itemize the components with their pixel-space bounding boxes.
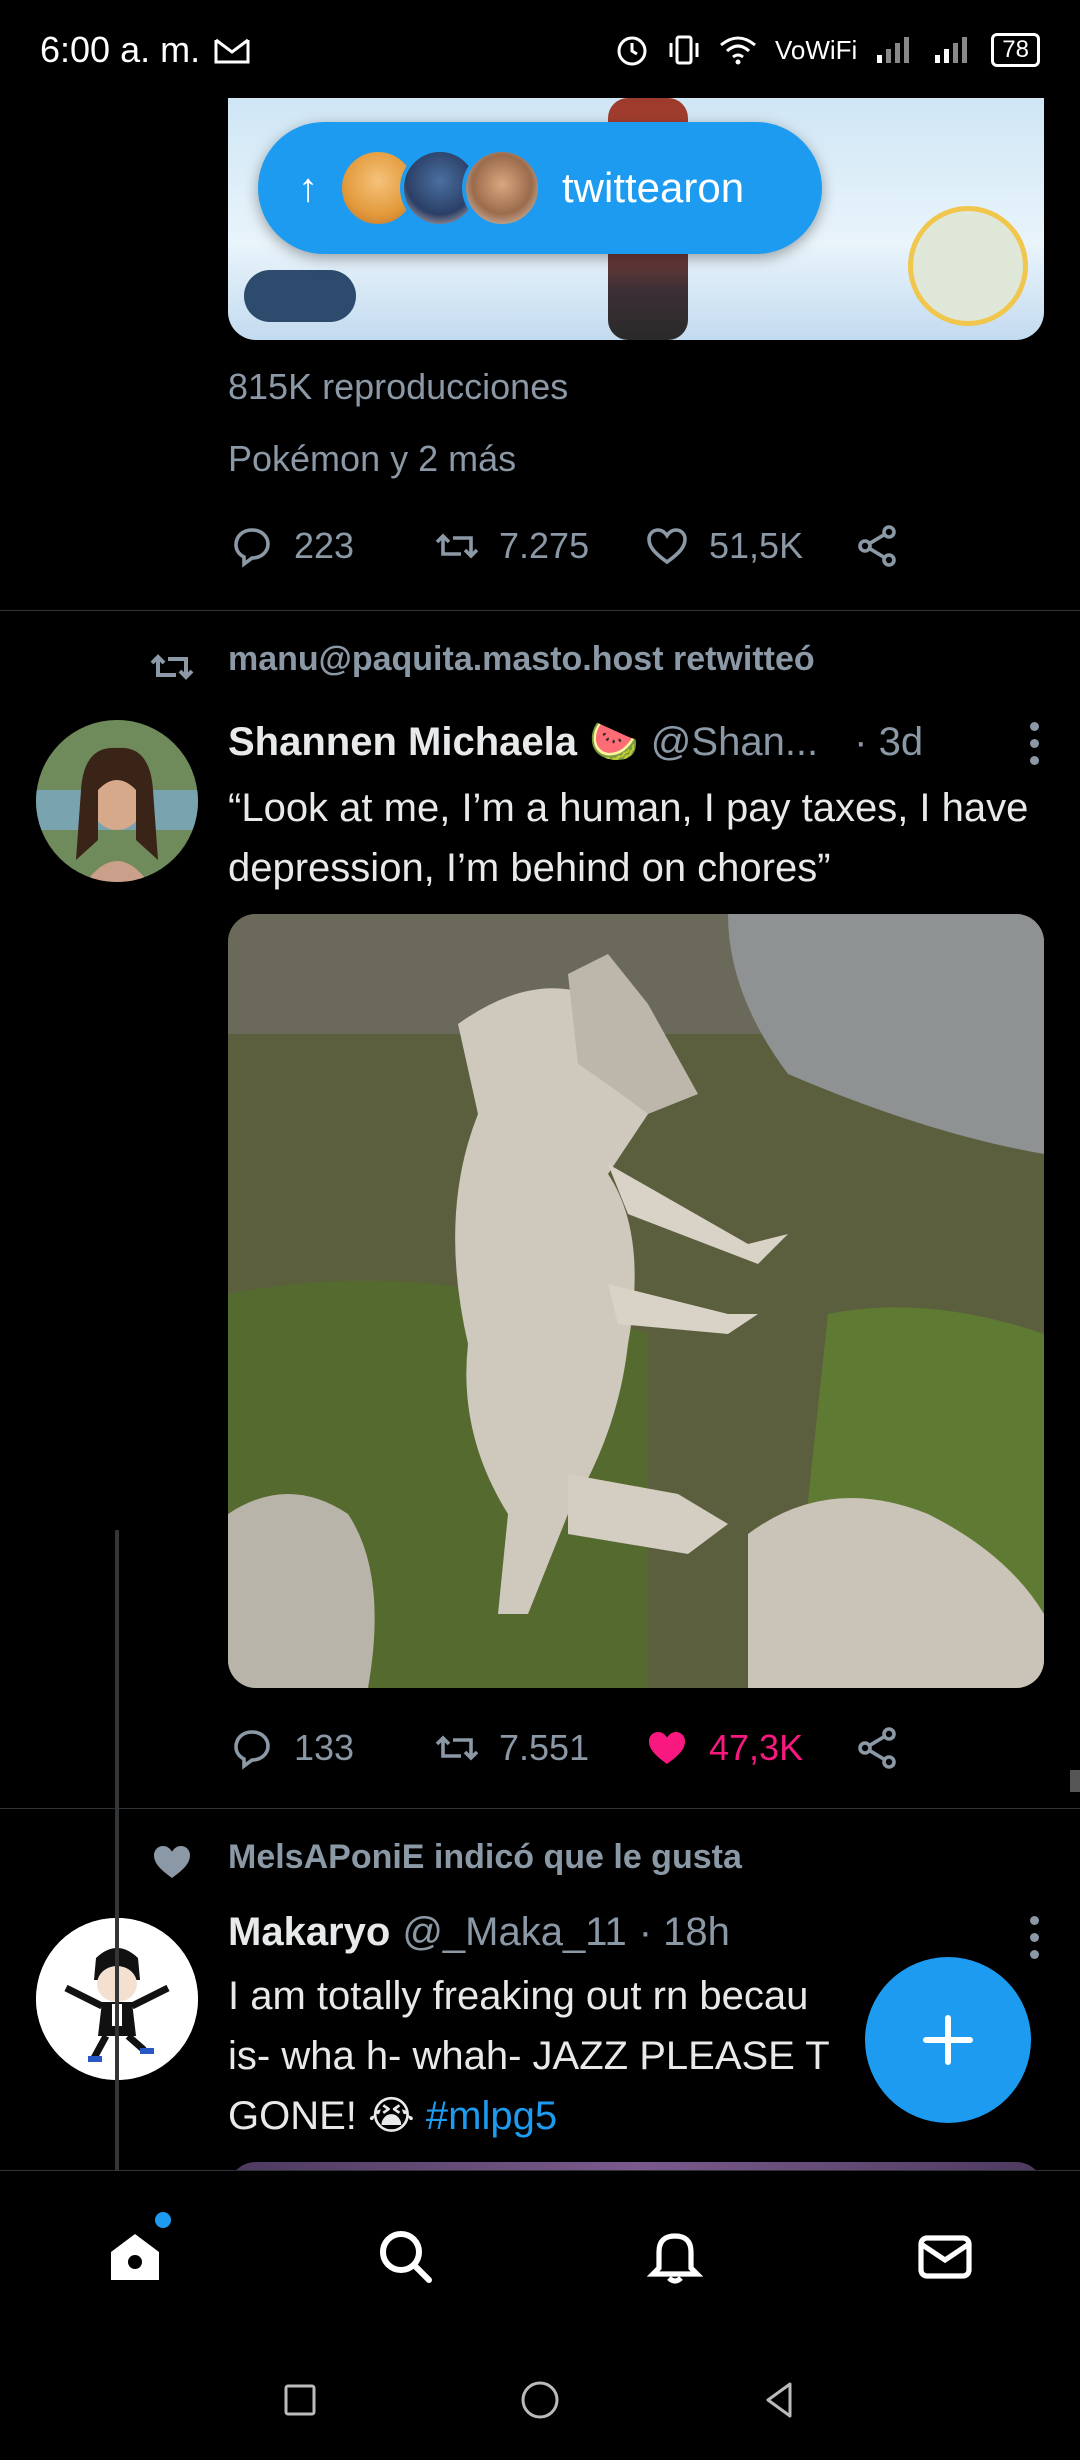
signal-icon-2 [935,37,968,63]
pill-label: twittearon [562,164,745,211]
reply-icon [234,1730,270,1770]
like-button[interactable]: 51,5K [643,522,853,570]
author-handle[interactable]: @Shan... [651,720,818,765]
author-name[interactable]: Shannen Michaela [228,720,577,765]
video-hud [244,270,356,322]
compose-plus-icon [923,2015,973,2065]
like-button-active[interactable]: 47,3K [643,1724,853,1772]
video-minimap [908,206,1028,326]
back-icon[interactable] [756,2376,804,2424]
nav-messages[interactable] [905,2216,985,2296]
more-options-icon[interactable] [1030,722,1042,773]
mail-icon [918,2234,972,2279]
tweet2-header: Shannen Michaela 🍉 @Shan... · 3d [228,718,923,765]
tweet1-actions: 223 7.275 51,5K [228,522,901,570]
reply-button[interactable]: 133 [228,1724,433,1772]
home-circle-icon[interactable] [516,2376,564,2424]
like-count: 51,5K [709,525,804,566]
recents-icon[interactable] [276,2376,324,2424]
home-notification-dot [155,2211,171,2228]
wolf-photo [228,914,1044,1688]
tweet2-image[interactable] [228,914,1044,1688]
scroll-indicator[interactable] [1070,1770,1080,1792]
gmail-icon [214,38,250,64]
tweet2-social-context[interactable]: manu@paquita.masto.host retwitteó [228,640,815,679]
retweet-icon [435,1735,479,1761]
system-nav [0,2340,1080,2460]
tweet-time: · 18h [638,1910,730,1954]
status-time: 6:00 a. m. [40,29,201,70]
alarm-icon [617,36,647,66]
retweet-button[interactable]: 7.275 [433,522,643,570]
retweet-icon [435,533,479,559]
tweet2-text: “Look at me, I’m a human, I pay taxes, I… [228,786,1029,890]
tweet3-social-context[interactable]: MelsAPoniE indicó que le gusta [228,1838,742,1877]
share-icon [858,1727,896,1769]
tweet2-avatar[interactable] [36,720,198,882]
like-icon [647,528,687,565]
name-emoji: 🍉 [588,720,639,764]
reply-icon [234,528,270,568]
tweet3-header: Makaryo @_Maka_11 · 18h [228,1910,730,1955]
divider [0,610,1080,611]
thread-line [115,1530,119,2180]
tweet2-actions: 133 7.551 47,3K [228,1724,901,1772]
pill-avatars [338,148,542,228]
like-context-icon [154,1846,190,1878]
like-count: 47,3K [709,1727,804,1768]
pill-avatar-3 [462,148,542,228]
arrow-up-icon: ↑ [298,165,318,210]
divider [0,1808,1080,1809]
author-name[interactable]: Makaryo [228,1910,390,1955]
share-icon [858,525,896,567]
hashtag-link[interactable]: #mlpg5 [426,2094,557,2138]
battery-indicator: 78 [991,33,1040,67]
retweet-count: 7.275 [499,525,590,566]
like-filled-icon [649,1732,685,1764]
signal-icon [877,37,910,63]
compose-button[interactable] [865,1957,1031,2123]
tweet3-text-line3: GONE! 😭 [228,2094,415,2138]
nav-home[interactable] [95,2211,175,2296]
nav-search[interactable] [365,2216,445,2296]
vibrate-icon [669,35,699,65]
more-options-icon[interactable] [1030,1916,1042,1967]
new-tweets-pill[interactable]: ↑ twittearon [258,122,822,254]
author-handle[interactable]: @_Maka_11 [402,1910,626,1955]
bell-icon [646,2232,704,2284]
tweet1-tags[interactable]: Pokémon y 2 más [228,438,516,480]
wifi-icon [720,36,756,65]
tweet-time: · 3d [854,720,924,764]
search-icon [380,2230,432,2283]
avatar-photo [36,720,198,882]
share-button[interactable] [853,522,901,570]
share-button[interactable] [853,1724,901,1772]
nav-notifications[interactable] [635,2216,715,2296]
network-label: VoWiFi [774,34,858,65]
retweet-context-icon [150,654,194,680]
bottom-nav [0,2170,1080,2340]
retweet-count: 7.551 [499,1727,590,1768]
status-bar: 6:00 a. m. VoWiFi 78 [0,0,1080,100]
reply-count: 223 [294,525,355,566]
tweet1-views: 815K reproducciones [228,366,569,407]
reply-button[interactable]: 223 [228,522,433,570]
reply-count: 133 [294,1727,355,1768]
home-icon [111,2233,159,2280]
retweet-button[interactable]: 7.551 [433,1724,643,1772]
